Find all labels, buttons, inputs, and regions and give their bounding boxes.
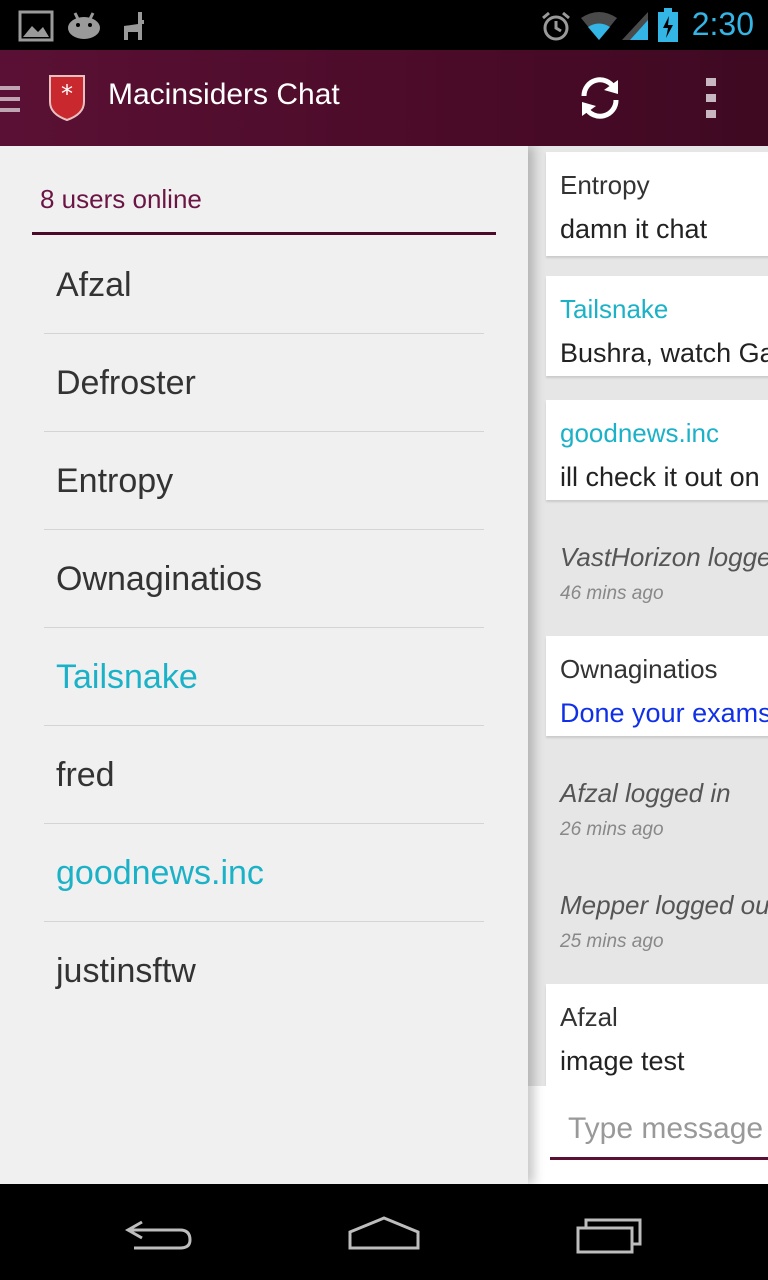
- message-author: Entropy: [560, 170, 650, 200]
- chat-event: VastHorizon logge 46 mins ago: [560, 542, 768, 605]
- system-nav-bar: [0, 1184, 768, 1280]
- message-author: Afzal: [560, 1002, 618, 1032]
- user-list-item[interactable]: goodnews.inc: [44, 824, 484, 922]
- event-time: 26 mins ago: [560, 819, 664, 840]
- event-text: VastHorizon logge: [560, 542, 768, 572]
- users-online-header: 8 users online: [40, 184, 202, 214]
- event-text: Mepper logged ou: [560, 890, 768, 920]
- user-name: Entropy: [56, 462, 174, 500]
- svg-text:*: *: [61, 80, 73, 108]
- battery-charging-icon: [658, 8, 678, 42]
- macinsiders-logo-icon[interactable]: *: [48, 74, 86, 122]
- content-area: Entropy damn it chat Tailsnake Bushra, w…: [0, 146, 768, 1184]
- users-drawer: 8 users online Afzal Defroster Entropy O…: [0, 146, 528, 1184]
- users-list: Afzal Defroster Entropy Ownaginatios Tai…: [44, 236, 484, 1019]
- user-list-item[interactable]: justinsftw: [44, 922, 484, 1019]
- user-list-item[interactable]: Ownaginatios: [44, 530, 484, 628]
- llama-notification-icon: [124, 12, 144, 40]
- status-clock: 2:30: [691, 6, 754, 42]
- home-icon[interactable]: [344, 1208, 424, 1258]
- message-text: image test: [560, 1046, 685, 1076]
- user-list-item[interactable]: fred: [44, 726, 484, 824]
- message-link-text[interactable]: Done your exams: [560, 698, 768, 729]
- user-name: Afzal: [56, 266, 132, 304]
- user-list-item[interactable]: Defroster: [44, 334, 484, 432]
- gallery-notification-icon: [18, 10, 54, 42]
- chat-message-card[interactable]: Tailsnake Bushra, watch Ga: [546, 276, 768, 376]
- back-icon[interactable]: [120, 1208, 200, 1258]
- user-name: Defroster: [56, 364, 196, 402]
- chat-message-card[interactable]: Ownaginatios Done your exams: [546, 636, 768, 736]
- message-text: damn it chat: [560, 214, 708, 244]
- user-name: fred: [56, 756, 115, 794]
- message-author: goodnews.inc: [560, 418, 719, 448]
- header-divider: [32, 232, 496, 235]
- message-input[interactable]: [550, 1100, 768, 1160]
- event-time: 25 mins ago: [560, 931, 664, 952]
- chat-pane: Entropy damn it chat Tailsnake Bushra, w…: [528, 146, 768, 1184]
- message-author: Ownaginatios: [560, 654, 718, 684]
- user-list-item[interactable]: Afzal: [44, 236, 484, 334]
- action-bar: * Macinsiders Chat: [0, 50, 768, 146]
- message-author: Tailsnake: [560, 294, 669, 324]
- event-time: 46 mins ago: [560, 583, 664, 604]
- user-name: justinsftw: [56, 952, 196, 990]
- user-name: goodnews.inc: [56, 854, 264, 892]
- event-text: Afzal logged in: [560, 778, 731, 808]
- user-name: Tailsnake: [56, 658, 198, 696]
- drawer-indicator-icon[interactable]: [0, 84, 20, 114]
- chat-event: Afzal logged in 26 mins ago: [560, 778, 731, 841]
- refresh-icon[interactable]: [574, 72, 626, 124]
- wifi-icon: [581, 12, 617, 40]
- user-name: Ownaginatios: [56, 560, 263, 598]
- recent-apps-icon[interactable]: [572, 1208, 652, 1258]
- chat-message-card[interactable]: Afzal image test: [546, 984, 768, 1088]
- chat-message-card[interactable]: goodnews.inc ill check it out on: [546, 400, 768, 500]
- chat-message-card[interactable]: Entropy damn it chat: [546, 152, 768, 256]
- alarm-icon: [542, 11, 570, 41]
- signal-icon: [622, 12, 648, 40]
- overflow-menu-icon[interactable]: [700, 76, 724, 120]
- user-list-item[interactable]: Entropy: [44, 432, 484, 530]
- android-notification-icon: [68, 12, 100, 39]
- chat-event: Mepper logged ou 25 mins ago: [560, 890, 768, 953]
- message-text: Bushra, watch Ga: [560, 338, 768, 368]
- status-bar: 2:30: [0, 0, 768, 50]
- message-text: ill check it out on: [560, 462, 760, 492]
- user-list-item[interactable]: Tailsnake: [44, 628, 484, 726]
- compose-bar: [528, 1086, 768, 1184]
- app-title: Macinsiders Chat: [108, 78, 340, 111]
